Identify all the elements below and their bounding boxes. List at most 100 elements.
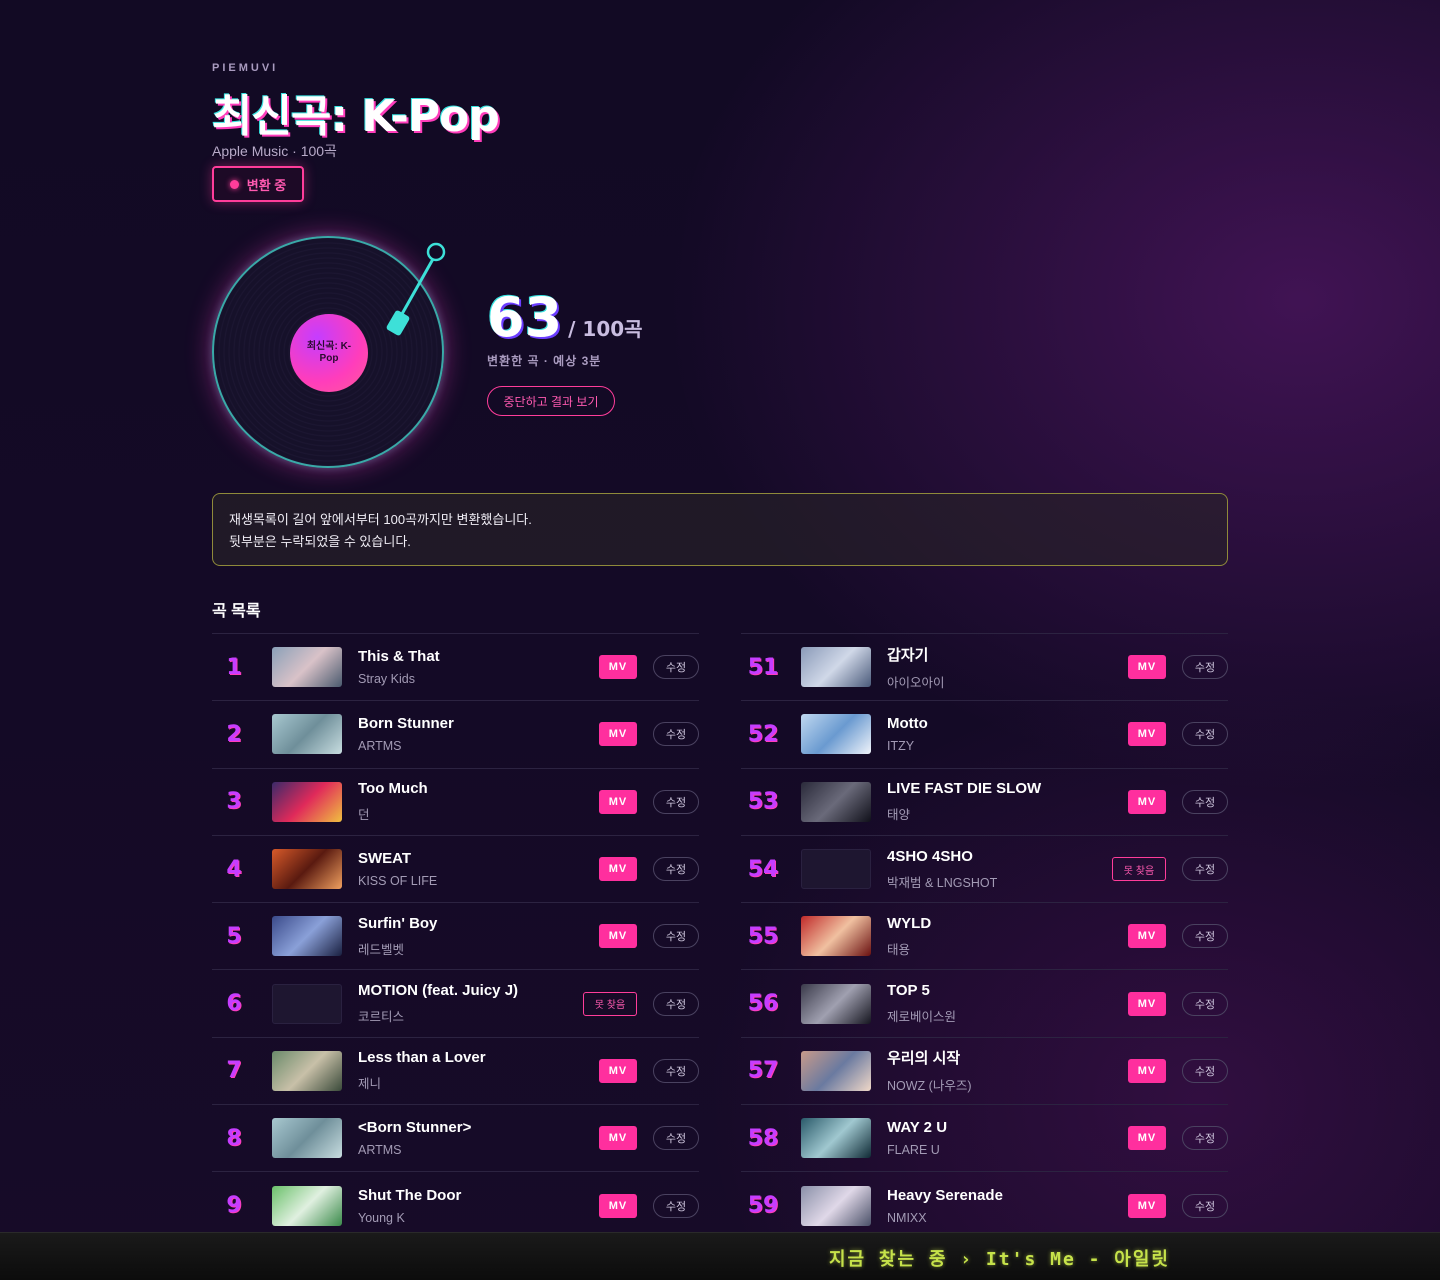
track-info: Too Much 던 <box>358 780 599 823</box>
track-thumbnail[interactable] <box>801 781 871 822</box>
edit-button[interactable]: 수정 <box>1182 991 1228 1016</box>
progress-subtext: 변환한 곡 · 예상 3분 <box>487 354 602 368</box>
track-thumbnail[interactable] <box>801 849 871 890</box>
mv-button[interactable]: MV <box>599 857 637 882</box>
track-thumbnail[interactable] <box>801 1050 871 1091</box>
track-info: Surfin' Boy 레드벨벳 <box>358 915 599 958</box>
edit-button[interactable]: 수정 <box>1182 1058 1228 1083</box>
track-title: <Born Stunner> <box>358 1119 472 1137</box>
track-number: 6 <box>226 991 242 1017</box>
track-thumbnail[interactable] <box>801 1185 871 1226</box>
track-number: 54 <box>747 856 779 882</box>
track-number: 5 <box>226 923 242 949</box>
edit-button[interactable]: 수정 <box>1182 857 1228 882</box>
mv-button[interactable]: MV <box>599 1058 637 1083</box>
track-thumbnail[interactable] <box>801 1118 871 1159</box>
edit-button[interactable]: 수정 <box>653 991 699 1016</box>
track-info: This & That Stray Kids <box>358 648 599 686</box>
status-dot-icon <box>229 179 239 189</box>
track-number: 8 <box>226 1125 242 1151</box>
mv-button[interactable]: MV <box>1128 722 1166 747</box>
track-title: WYLD <box>887 914 932 932</box>
mv-button[interactable]: MV <box>1128 1126 1166 1151</box>
track-row: 55 WYLD 태용 MV 수정 <box>741 902 1228 969</box>
edit-button[interactable]: 수정 <box>1182 789 1228 814</box>
edit-button[interactable]: 수정 <box>653 1193 699 1218</box>
mv-button[interactable]: MV <box>599 655 637 680</box>
track-artist: KISS OF LIFE <box>358 874 438 889</box>
track-title: 갑자기 <box>887 646 929 664</box>
track-title: 우리의 시작 <box>887 1050 961 1068</box>
mv-button[interactable]: MV <box>1128 1058 1166 1083</box>
track-thumbnail[interactable] <box>272 647 342 688</box>
track-thumbnail[interactable] <box>272 1118 342 1159</box>
track-list-title: 곡 목록 <box>212 603 261 620</box>
track-artist: ARTMS <box>358 739 402 754</box>
track-title: WAY 2 U <box>887 1119 948 1137</box>
track-number: 59 <box>747 1193 779 1219</box>
track-info: MOTION (feat. Juicy J) 코르티스 <box>358 982 583 1025</box>
mv-button[interactable]: MV <box>1128 789 1166 814</box>
track-row: 5 Surfin' Boy 레드벨벳 MV 수정 <box>212 902 699 969</box>
track-title: Shut The Door <box>358 1186 462 1204</box>
mv-button[interactable]: MV <box>599 924 637 949</box>
track-row: 54 4SHO 4SHO 박재범 & LNGSHOT 못 찾음 수정 <box>741 834 1228 902</box>
edit-button[interactable]: 수정 <box>1182 1126 1228 1151</box>
mv-button[interactable]: MV <box>1128 1193 1166 1218</box>
track-thumbnail[interactable] <box>272 714 342 755</box>
edit-button[interactable]: 수정 <box>653 1126 699 1151</box>
track-info: TOP 5 제로베이스원 <box>887 982 1128 1025</box>
track-artist: Young K <box>358 1210 405 1225</box>
track-thumbnail[interactable] <box>801 714 871 755</box>
edit-button[interactable]: 수정 <box>653 1058 699 1083</box>
mv-button[interactable]: MV <box>599 1126 637 1151</box>
stop-and-view-button[interactable]: 중단하고 결과 보기 <box>487 386 615 416</box>
track-number: 51 <box>747 654 779 680</box>
edit-button[interactable]: 수정 <box>653 924 699 949</box>
mv-button[interactable]: MV <box>1128 655 1166 680</box>
track-thumbnail[interactable] <box>272 1050 342 1091</box>
status-label: 변환 중 <box>246 177 287 193</box>
mv-button[interactable]: MV <box>599 789 637 814</box>
track-number: 55 <box>747 923 779 949</box>
edit-button[interactable]: 수정 <box>1182 655 1228 680</box>
track-number: 56 <box>747 991 779 1017</box>
edit-button[interactable]: 수정 <box>1182 1193 1228 1218</box>
track-title: LIVE FAST DIE SLOW <box>887 780 1042 798</box>
track-thumbnail[interactable] <box>801 647 871 688</box>
track-thumbnail[interactable] <box>272 1185 342 1226</box>
track-title: SWEAT <box>358 850 412 868</box>
track-thumbnail[interactable] <box>272 849 342 890</box>
track-number: 9 <box>226 1193 242 1219</box>
track-number: 4 <box>226 856 242 882</box>
track-thumbnail[interactable] <box>801 983 871 1024</box>
converted-count: 63 <box>487 286 563 349</box>
edit-button[interactable]: 수정 <box>653 655 699 680</box>
track-title: MOTION (feat. Juicy J) <box>358 982 519 1000</box>
track-info: 4SHO 4SHO 박재범 & LNGSHOT <box>887 848 1112 891</box>
mv-button[interactable]: MV <box>1128 991 1166 1016</box>
edit-button[interactable]: 수정 <box>653 789 699 814</box>
not-found-badge: 못 찾음 <box>583 991 637 1016</box>
not-found-badge: 못 찾음 <box>1112 857 1166 882</box>
track-row: 6 MOTION (feat. Juicy J) 코르티스 못 찾음 수정 <box>212 969 699 1036</box>
track-number: 2 <box>226 721 242 747</box>
track-title: Heavy Serenade <box>887 1186 1003 1204</box>
track-number: 53 <box>747 789 779 815</box>
mv-button[interactable]: MV <box>599 722 637 747</box>
track-title: Too Much <box>358 780 428 798</box>
track-thumbnail[interactable] <box>272 781 342 822</box>
mv-button[interactable]: MV <box>1128 924 1166 949</box>
track-thumbnail[interactable] <box>272 916 342 957</box>
notice-line-2: 뒷부분은 누락되었을 수 있습니다. <box>229 534 411 549</box>
edit-button[interactable]: 수정 <box>653 722 699 747</box>
edit-button[interactable]: 수정 <box>653 857 699 882</box>
edit-button[interactable]: 수정 <box>1182 722 1228 747</box>
track-artist: FLARE U <box>887 1143 940 1158</box>
track-number: 7 <box>226 1058 242 1084</box>
track-artist: 제니 <box>358 1077 382 1092</box>
track-thumbnail[interactable] <box>272 983 342 1024</box>
track-thumbnail[interactable] <box>801 916 871 957</box>
mv-button[interactable]: MV <box>599 1193 637 1218</box>
edit-button[interactable]: 수정 <box>1182 924 1228 949</box>
